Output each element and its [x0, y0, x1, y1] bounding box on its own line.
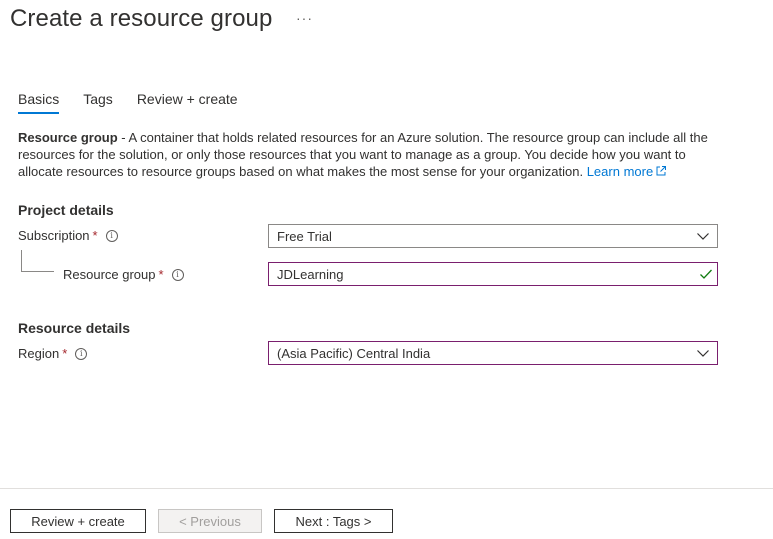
resource-group-value: JDLearning — [277, 266, 344, 282]
subscription-value: Free Trial — [277, 228, 332, 244]
chevron-down-icon — [697, 233, 709, 240]
chevron-down-icon — [697, 350, 709, 357]
resource-group-label: Resource group * i — [63, 267, 184, 282]
hierarchy-connector — [21, 250, 54, 272]
info-icon[interactable]: i — [171, 268, 184, 281]
region-select[interactable]: (Asia Pacific) Central India — [268, 341, 718, 365]
region-label-text: Region — [18, 346, 60, 361]
subscription-label-text: Subscription — [18, 228, 90, 243]
more-options-button[interactable]: ··· — [296, 10, 313, 26]
review-create-button[interactable]: Review + create — [10, 509, 146, 533]
resource-group-input[interactable]: JDLearning — [268, 262, 718, 286]
subscription-select[interactable]: Free Trial — [268, 224, 718, 248]
region-label: Region * i — [18, 346, 88, 361]
resource-details-heading: Resource details — [18, 320, 131, 336]
page-title: Create a resource group — [10, 5, 273, 32]
info-icon[interactable]: i — [105, 229, 118, 242]
external-link-icon — [656, 166, 667, 176]
tab-basics[interactable]: Basics — [18, 91, 60, 114]
project-details-heading: Project details — [18, 202, 114, 218]
previous-button[interactable]: < Previous — [158, 509, 262, 533]
region-value: (Asia Pacific) Central India — [277, 345, 431, 361]
info-icon[interactable]: i — [75, 347, 88, 360]
required-marker: * — [158, 267, 164, 282]
required-marker: * — [62, 346, 68, 361]
required-marker: * — [92, 228, 98, 243]
resource-group-label-text: Resource group — [63, 267, 156, 282]
subscription-label: Subscription * i — [18, 228, 118, 243]
next-tags-button[interactable]: Next : Tags > — [274, 509, 393, 533]
footer-divider — [0, 488, 773, 489]
learn-more-link[interactable]: Learn more — [587, 164, 667, 179]
learn-more-label: Learn more — [586, 164, 654, 179]
description: Resource group - A container that holds … — [18, 129, 718, 180]
tab-review-create[interactable]: Review + create — [137, 91, 238, 114]
tab-bar: Basics Tags Review + create — [18, 91, 262, 114]
tab-tags[interactable]: Tags — [83, 91, 113, 114]
description-term: Resource group — [18, 130, 118, 145]
checkmark-icon — [700, 269, 712, 279]
